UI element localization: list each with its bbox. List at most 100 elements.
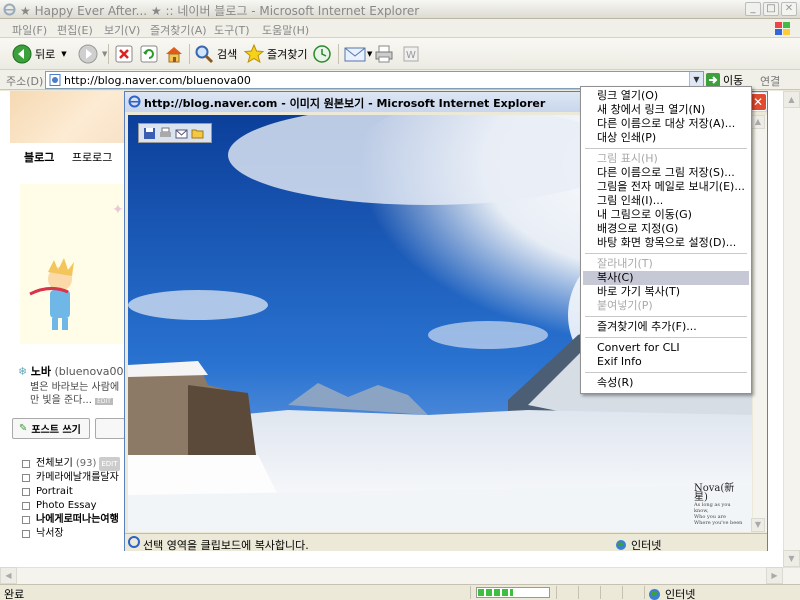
links-label[interactable]: 연결 xyxy=(760,73,780,89)
status-divider xyxy=(578,586,579,599)
profile-name[interactable]: 노바 xyxy=(31,365,51,378)
write-post-label: 포스트 쓰기 xyxy=(31,425,81,436)
context-menu-item[interactable]: 그림을 전자 메일로 보내기(E)... xyxy=(583,180,749,194)
close-button[interactable]: ✕ xyxy=(781,2,797,16)
context-menu-item[interactable]: 링크 열기(O) xyxy=(583,89,749,103)
scroll-right-arrow-icon[interactable]: ▶ xyxy=(766,567,783,584)
favorites-button[interactable]: 즐겨찾기 xyxy=(244,42,307,66)
stop-icon xyxy=(115,45,133,63)
context-menu-item[interactable]: 속성(R) xyxy=(583,376,749,390)
menu-favorites[interactable]: 즐겨찾기(A) xyxy=(150,22,207,38)
mail-button[interactable]: ▼ xyxy=(344,42,372,66)
refresh-button[interactable] xyxy=(140,42,158,66)
category-bullet-icon xyxy=(22,460,30,468)
menu-edit[interactable]: 편집(E) xyxy=(57,22,93,38)
progress-fill xyxy=(478,589,513,596)
address-label: 주소(D) xyxy=(6,75,44,88)
svg-text:W: W xyxy=(406,50,416,61)
write-post-button[interactable]: ✎ 포스트 쓰기 xyxy=(12,418,90,439)
menu-bar: 파일(F) 편집(E) 보기(V) 즐겨찾기(A) 도구(T) 도움말(H) xyxy=(0,19,800,38)
menu-view[interactable]: 보기(V) xyxy=(104,22,140,38)
image-viewer-scrollbar[interactable]: ▲ ▼ xyxy=(751,115,767,532)
forward-dropdown-icon[interactable]: ▼ xyxy=(102,50,107,58)
menu-file[interactable]: 파일(F) xyxy=(12,22,47,38)
photo-signature: Nova(新星) As long as you know, Who you ar… xyxy=(694,484,744,527)
search-button[interactable]: 검색 xyxy=(194,42,237,66)
globe-icon xyxy=(616,540,626,550)
scroll-down-arrow-icon[interactable]: ▼ xyxy=(783,550,800,567)
mail-dropdown-icon[interactable]: ▼ xyxy=(367,50,372,58)
category-edit-badge[interactable]: EDIT xyxy=(99,457,120,471)
home-icon xyxy=(166,47,182,63)
context-menu-item[interactable]: 다른 이름으로 대상 저장(A)... xyxy=(583,117,749,131)
context-menu-item[interactable]: 그림 인쇄(I)... xyxy=(583,194,749,208)
secondary-blog-button[interactable] xyxy=(95,418,125,439)
context-menu-item[interactable]: 새 창에서 링크 열기(N) xyxy=(583,103,749,117)
svg-text:✦: ✦ xyxy=(112,202,124,218)
word-edit-button[interactable]: W xyxy=(403,42,419,66)
back-dropdown-icon[interactable]: ▼ xyxy=(61,50,66,58)
mail-icon[interactable] xyxy=(175,127,188,140)
tab-prologue[interactable]: 프로로그 xyxy=(72,151,112,164)
context-menu-item[interactable]: 다른 이름으로 그림 저장(S)... xyxy=(583,166,749,180)
edit-badge[interactable]: EDIT xyxy=(95,398,113,405)
context-menu-separator xyxy=(585,148,747,149)
context-menu-item[interactable]: 바탕 화면 항목으로 설정(D)... xyxy=(583,236,749,250)
status-bar: 완료 인터넷 xyxy=(0,584,800,600)
category-item[interactable]: 카메라에날개를달자 xyxy=(22,471,120,485)
menu-help[interactable]: 도움말(H) xyxy=(262,22,309,38)
forward-button[interactable]: ▼ xyxy=(78,42,107,66)
category-bullet-icon xyxy=(22,530,30,538)
address-url: http://blog.naver.com/bluenova00 xyxy=(64,74,251,87)
scroll-up-arrow-icon[interactable]: ▲ xyxy=(783,91,800,108)
signature-line-3: Where you've been xyxy=(694,520,743,526)
history-button[interactable] xyxy=(312,42,332,66)
word-icon: W xyxy=(403,46,419,62)
menu-tools[interactable]: 도구(T) xyxy=(214,22,250,38)
scroll-left-arrow-icon[interactable]: ◀ xyxy=(0,567,17,584)
pencil-icon: ✎ xyxy=(19,423,28,434)
context-menu-item[interactable]: 배경으로 지정(G) xyxy=(583,222,749,236)
scroll-up-arrow-icon[interactable]: ▲ xyxy=(751,115,765,129)
context-menu-item[interactable]: Convert for CLI xyxy=(583,341,749,355)
print-button[interactable] xyxy=(374,42,394,66)
category-item[interactable]: Portrait xyxy=(22,485,120,499)
context-menu-item[interactable]: Exif Info xyxy=(583,355,749,369)
go-arrow-icon xyxy=(706,73,720,87)
signature-line-1: As long as you know, xyxy=(694,502,731,514)
category-item[interactable]: 나에게로떠나는여행 xyxy=(22,513,120,527)
window-titlebar[interactable]: ★ Happy Ever After... ★ :: 네이버 블로그 - Mic… xyxy=(0,0,800,19)
page-vertical-scrollbar[interactable]: ▲ ▼ xyxy=(783,91,800,567)
context-menu-item[interactable]: 복사(C) xyxy=(583,271,749,285)
category-item[interactable]: Photo Essay xyxy=(22,499,120,513)
toolbar-separator xyxy=(338,44,339,64)
search-icon xyxy=(195,45,214,64)
forward-arrow-icon xyxy=(78,44,98,64)
blog-tabs: 블로그 프로로그 xyxy=(24,149,126,165)
page-icon xyxy=(49,74,61,86)
category-item[interactable]: 전체보기 (93) EDIT xyxy=(22,457,120,471)
print-icon[interactable] xyxy=(159,127,172,140)
favorites-star-icon xyxy=(244,44,264,64)
scroll-down-arrow-icon[interactable]: ▼ xyxy=(751,518,765,532)
tab-blog[interactable]: 블로그 xyxy=(24,151,54,164)
home-button[interactable] xyxy=(164,42,184,66)
context-menu-separator xyxy=(585,337,747,338)
context-menu-item[interactable]: 즐겨찾기에 추가(F)... xyxy=(583,320,749,334)
profile-id: (bluenova00) xyxy=(54,365,128,378)
context-menu-item[interactable]: 대상 인쇄(P) xyxy=(583,131,749,145)
image-viewer-zone-label: 인터넷 xyxy=(631,539,662,552)
minimize-button[interactable]: _ xyxy=(745,2,761,16)
back-button[interactable]: 뒤로 ▼ xyxy=(12,42,67,66)
maximize-button[interactable]: □ xyxy=(763,2,779,16)
category-item[interactable]: 낙서장 xyxy=(22,527,120,541)
context-menu-item[interactable]: 내 그림으로 이동(G) xyxy=(583,208,749,222)
context-menu-item[interactable]: 바로 가기 복사(T) xyxy=(583,285,749,299)
image-viewer-status-text: 선택 영역을 클립보드에 복사합니다. xyxy=(143,539,309,552)
stop-button[interactable] xyxy=(115,42,133,66)
history-icon xyxy=(313,45,331,63)
folder-icon[interactable] xyxy=(191,127,204,140)
save-icon[interactable] xyxy=(143,127,156,140)
page-horizontal-scrollbar[interactable]: ◀ ▶ xyxy=(0,567,800,584)
ie-logo-icon xyxy=(128,95,141,108)
